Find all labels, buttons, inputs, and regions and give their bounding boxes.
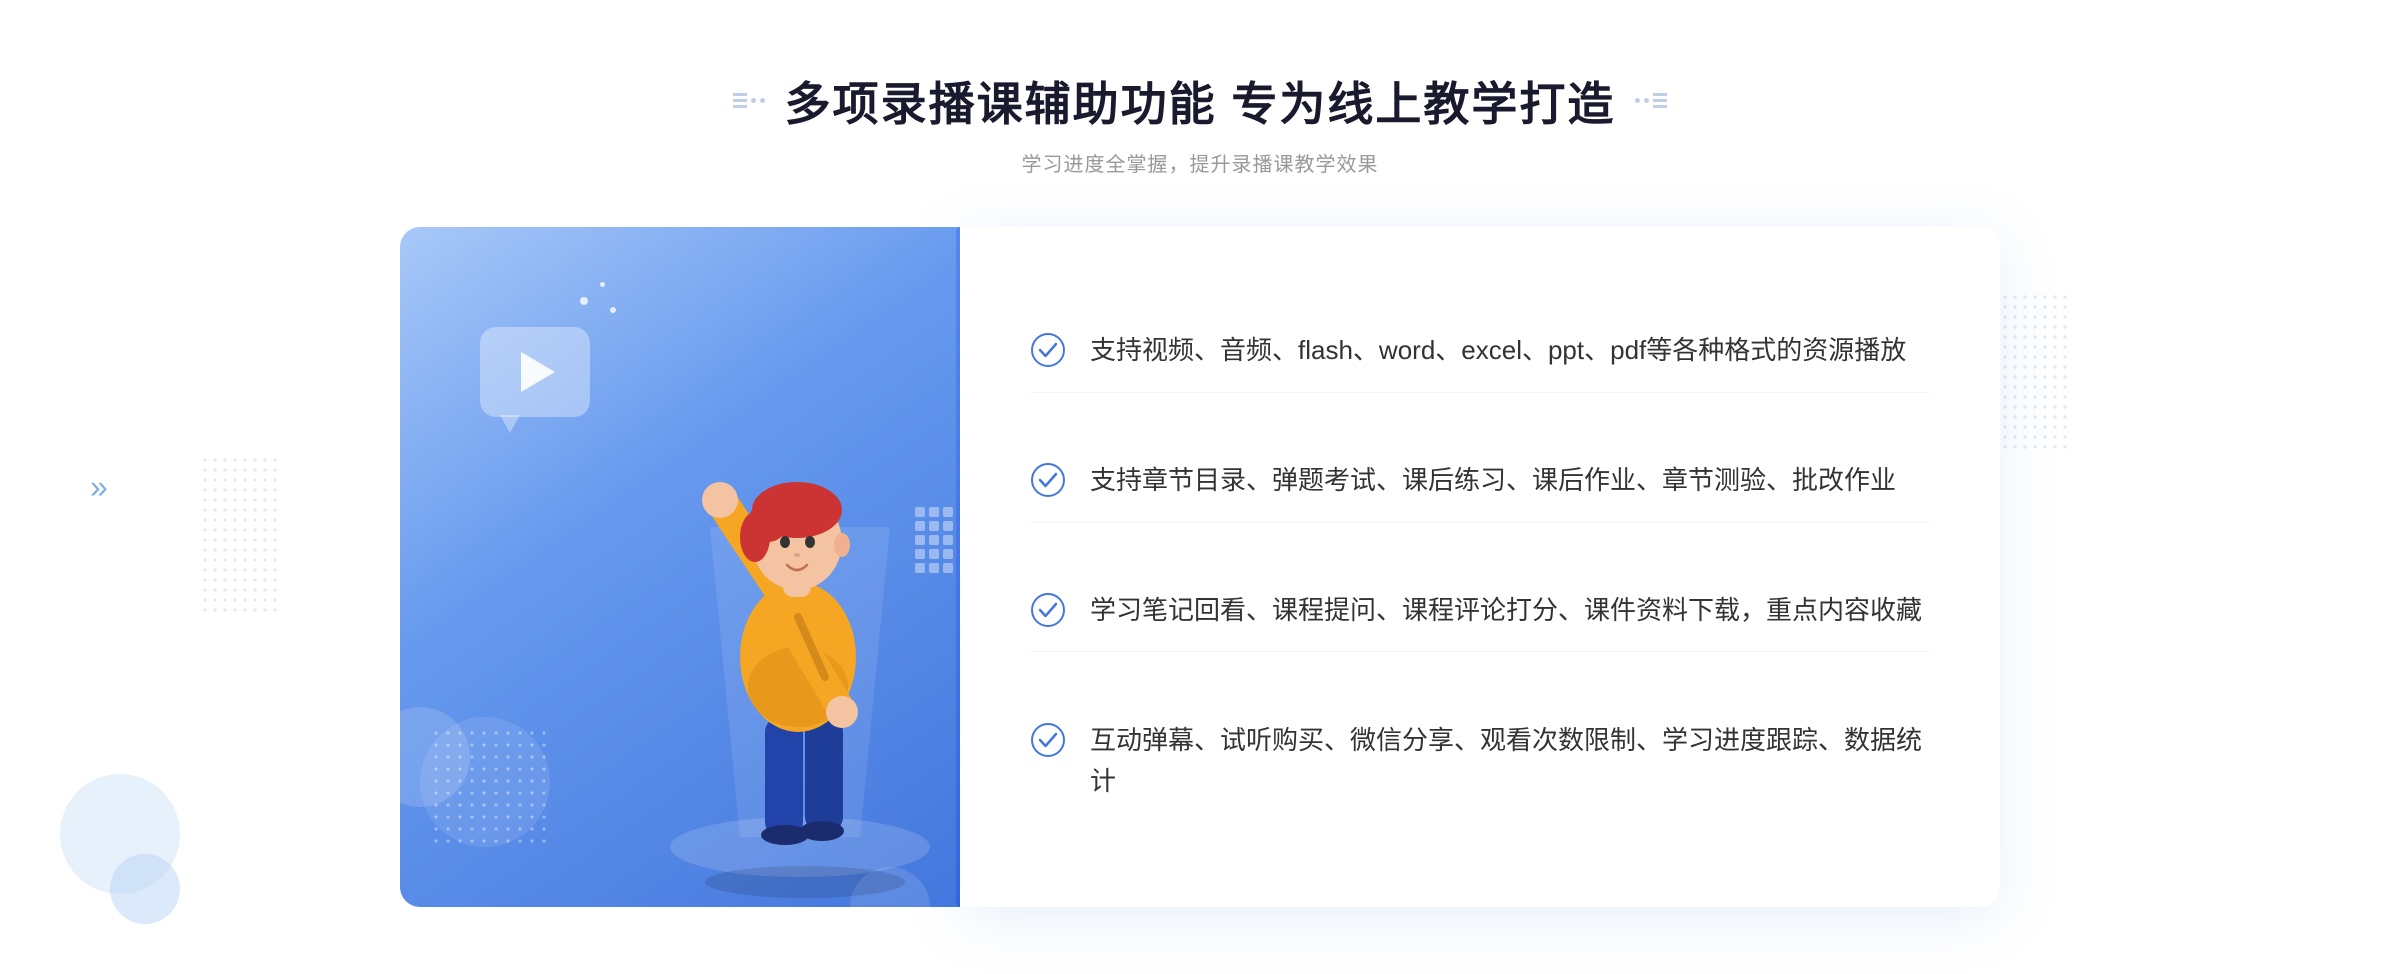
feature-item-1: 支持视频、音频、flash、word、excel、ppt、pdf等各种格式的资源… <box>1030 310 1930 393</box>
check-circle-icon-2 <box>1030 462 1066 498</box>
check-circle-icon-4 <box>1030 722 1066 758</box>
circle-deco-2 <box>420 717 550 847</box>
play-icon <box>521 352 555 392</box>
right-decoration <box>1635 93 1667 108</box>
sparkle-1 <box>580 297 588 305</box>
features-panel: 支持视频、音频、flash、word、excel、ppt、pdf等各种格式的资源… <box>960 227 2000 907</box>
feature-text-2: 支持章节目录、弹题考试、课后练习、课后作业、章节测验、批改作业 <box>1090 460 1896 502</box>
decorative-circle-2 <box>110 854 180 924</box>
feature-text-4: 互动弹幕、试听购买、微信分享、观看次数限制、学习进度跟踪、数据统计 <box>1090 720 1930 803</box>
dot-pattern-right <box>1990 292 2070 452</box>
title-row: 多项录播课辅助功能 专为线上教学打造 <box>733 68 1668 134</box>
main-content: 支持视频、音频、flash、word、excel、ppt、pdf等各种格式的资源… <box>400 227 2000 907</box>
illustration-panel <box>400 227 960 907</box>
feature-item-3: 学习笔记回看、课程提问、课程评论打分、课件资料下载，重点内容收藏 <box>1030 570 1930 653</box>
feature-item-4: 互动弹幕、试听购买、微信分享、观看次数限制、学习进度跟踪、数据统计 <box>1030 700 1930 823</box>
feature-text-1: 支持视频、音频、flash、word、excel、ppt、pdf等各种格式的资源… <box>1090 330 1906 372</box>
dot-pattern-left <box>200 455 280 615</box>
header-section: 多项录播课辅助功能 专为线上教学打造 学习进度全掌握，提升录播课教学效果 <box>733 68 1668 177</box>
page-title: 多项录播课辅助功能 专为线上教学打造 <box>785 68 1616 134</box>
sparkle-2 <box>600 282 605 287</box>
play-bubble <box>480 327 590 417</box>
left-decoration <box>733 93 765 108</box>
sparkle-3 <box>610 307 616 313</box>
chevron-double-left-icon: » <box>90 469 108 506</box>
feature-text-3: 学习笔记回看、课程提问、课程评论打分、课件资料下载，重点内容收藏 <box>1090 590 1922 632</box>
check-circle-icon-3 <box>1030 592 1066 628</box>
blue-sidebar-accent <box>956 227 960 907</box>
person-illustration <box>620 327 940 907</box>
page-subtitle: 学习进度全掌握，提升录播课教学效果 <box>733 148 1668 177</box>
feature-item-2: 支持章节目录、弹题考试、课后练习、课后作业、章节测验、批改作业 <box>1030 440 1930 523</box>
check-circle-icon-1 <box>1030 332 1066 368</box>
